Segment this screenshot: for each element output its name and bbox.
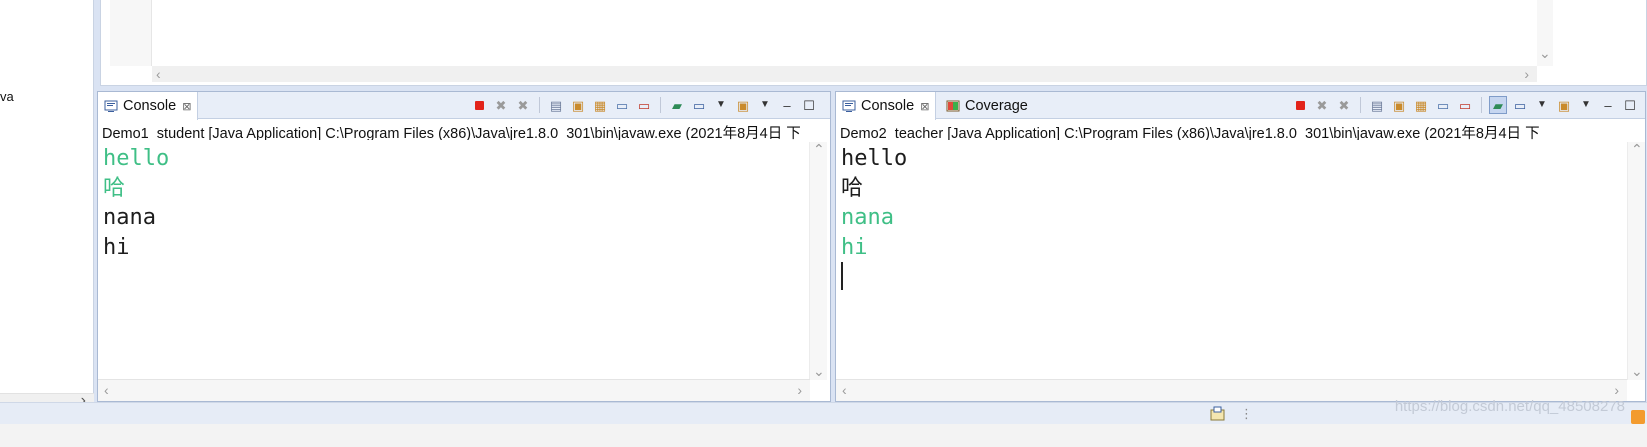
display-console-icon[interactable]: ▭ — [1511, 96, 1529, 114]
scroll-up-icon[interactable]: ⌃ — [813, 142, 825, 156]
terminate-icon[interactable] — [470, 96, 488, 114]
chevron-down-icon[interactable]: ▼ — [712, 96, 730, 114]
toolbar-separator — [660, 97, 661, 113]
chevron-down-icon[interactable]: ▼ — [1577, 96, 1595, 114]
launch-path: Demo1_student [Java Application] C:\Prog… — [102, 126, 801, 140]
show-on-stdout-icon[interactable]: ▭ — [613, 96, 631, 114]
rss-icon — [1631, 410, 1645, 424]
taskbar-strip — [0, 424, 1647, 447]
clear-console-icon[interactable]: ▤ — [1368, 96, 1386, 114]
scroll-down-icon[interactable]: ⌄ — [813, 364, 825, 378]
text-caret — [841, 262, 843, 290]
output-line: hi — [103, 234, 130, 260]
console-output[interactable]: hello 哈 nana hi — [841, 144, 907, 290]
clear-console-icon[interactable]: ▤ — [547, 96, 565, 114]
display-console-icon[interactable]: ▭ — [690, 96, 708, 114]
launch-path: Demo2_teacher [Java Application] C:\Prog… — [840, 126, 1540, 140]
minimize-icon[interactable]: – — [778, 96, 796, 114]
toolbar-separator — [1360, 97, 1361, 113]
console-toolbar: ✖ ✖ ▤ ▣ ▦ ▭ ▭ ▰ ▭ ▼ ▣ ▼ – ☐ — [1291, 96, 1639, 114]
console-tab-bar: Console ⊠ Coverage ✖ ✖ ▤ ▣ ▦ ▭ ▭ ▰ ▭ ▼ ▣… — [836, 92, 1645, 120]
scroll-right-icon[interactable]: › — [1524, 67, 1529, 81]
scroll-left-icon[interactable]: ‹ — [104, 383, 109, 397]
package-explorer-panel — [0, 0, 94, 410]
chevron-down-icon[interactable]: ▼ — [1533, 96, 1551, 114]
updates-icon[interactable] — [1209, 406, 1227, 425]
editor-horizontal-scrollbar[interactable]: ‹ › — [152, 66, 1537, 82]
editor-gutter — [110, 0, 152, 66]
tab-coverage-label: Coverage — [965, 97, 1028, 114]
toolbar-separator — [539, 97, 540, 113]
minimize-icon[interactable]: – — [1599, 96, 1617, 114]
toolbar-separator — [1481, 97, 1482, 113]
explorer-item-partial[interactable]: va — [0, 89, 14, 104]
output-line: hi — [841, 234, 868, 260]
console-vertical-scrollbar[interactable]: ⌃ ⌄ — [1627, 142, 1645, 380]
show-on-stdout-icon[interactable]: ▭ — [1434, 96, 1452, 114]
remove-launch-icon[interactable]: ✖ — [492, 96, 510, 114]
pin-console-icon[interactable]: ▰ — [1489, 96, 1507, 114]
close-tab-icon[interactable]: ⊠ — [920, 100, 929, 113]
show-on-stderr-icon[interactable]: ▭ — [635, 96, 653, 114]
scroll-right-icon[interactable]: › — [797, 383, 802, 397]
scroll-left-icon[interactable]: ‹ — [156, 67, 161, 81]
scroll-down-icon[interactable]: ⌄ — [1539, 46, 1551, 60]
output-line: hello — [841, 146, 908, 171]
output-line: 哈 — [841, 175, 864, 201]
console-output[interactable]: hello 哈 nana hi — [103, 144, 169, 262]
console-icon — [104, 99, 118, 113]
tab-console[interactable]: Console ⊠ — [98, 92, 199, 120]
open-console-icon[interactable]: ▣ — [734, 96, 752, 114]
scroll-lock-icon[interactable]: ▣ — [569, 96, 587, 114]
maximize-icon[interactable]: ☐ — [1621, 96, 1639, 114]
show-on-stderr-icon[interactable]: ▭ — [1456, 96, 1474, 114]
tab-console[interactable]: Console ⊠ — [836, 92, 937, 120]
coverage-icon — [946, 99, 960, 113]
tab-console-label: Console — [123, 98, 177, 114]
console-view-student: Console ⊠ ✖ ✖ ▤ ▣ ▦ ▭ ▭ ▰ ▭ ▼ ▣ ▼ – ☐ De… — [97, 91, 831, 402]
console-icon — [842, 99, 856, 113]
watermark: https://blog.csdn.net/qq_48508278 — [1394, 398, 1625, 415]
console-horizontal-scrollbar[interactable]: ‹ › — [98, 379, 810, 401]
output-line: 哈 — [103, 175, 126, 201]
terminate-icon[interactable] — [1291, 96, 1309, 114]
maximize-icon[interactable]: ☐ — [800, 96, 818, 114]
word-wrap-icon[interactable]: ▦ — [1412, 96, 1430, 114]
console-view-teacher: Console ⊠ Coverage ✖ ✖ ▤ ▣ ▦ ▭ ▭ ▰ ▭ ▼ ▣… — [835, 91, 1646, 402]
pin-console-icon[interactable]: ▰ — [668, 96, 686, 114]
scroll-right-icon[interactable]: › — [1614, 383, 1619, 397]
scroll-up-icon[interactable]: ⌃ — [1631, 142, 1643, 156]
output-line: nana — [841, 205, 894, 230]
open-console-icon[interactable]: ▣ — [1555, 96, 1573, 114]
output-line: hello — [103, 146, 170, 171]
status-bar-separator: ⋮ — [1240, 406, 1253, 421]
console-vertical-scrollbar[interactable]: ⌃ ⌄ — [809, 142, 827, 380]
scroll-down-icon[interactable]: ⌄ — [1631, 364, 1643, 378]
close-tab-icon[interactable]: ⊠ — [182, 100, 191, 113]
console-toolbar: ✖ ✖ ▤ ▣ ▦ ▭ ▭ ▰ ▭ ▼ ▣ ▼ – ☐ — [470, 96, 818, 114]
remove-all-icon[interactable]: ✖ — [1335, 96, 1353, 114]
output-line: nana — [103, 205, 156, 230]
tab-coverage[interactable]: Coverage — [940, 92, 1034, 119]
editor-vertical-scrollbar[interactable]: ⌄ — [1537, 0, 1553, 66]
tab-console-label: Console — [861, 98, 915, 114]
console-tab-bar: Console ⊠ ✖ ✖ ▤ ▣ ▦ ▭ ▭ ▰ ▭ ▼ ▣ ▼ – ☐ — [98, 92, 830, 120]
word-wrap-icon[interactable]: ▦ — [591, 96, 609, 114]
remove-launch-icon[interactable]: ✖ — [1313, 96, 1331, 114]
scroll-lock-icon[interactable]: ▣ — [1390, 96, 1408, 114]
scroll-left-icon[interactable]: ‹ — [842, 383, 847, 397]
chevron-down-icon[interactable]: ▼ — [756, 96, 774, 114]
remove-all-icon[interactable]: ✖ — [514, 96, 532, 114]
